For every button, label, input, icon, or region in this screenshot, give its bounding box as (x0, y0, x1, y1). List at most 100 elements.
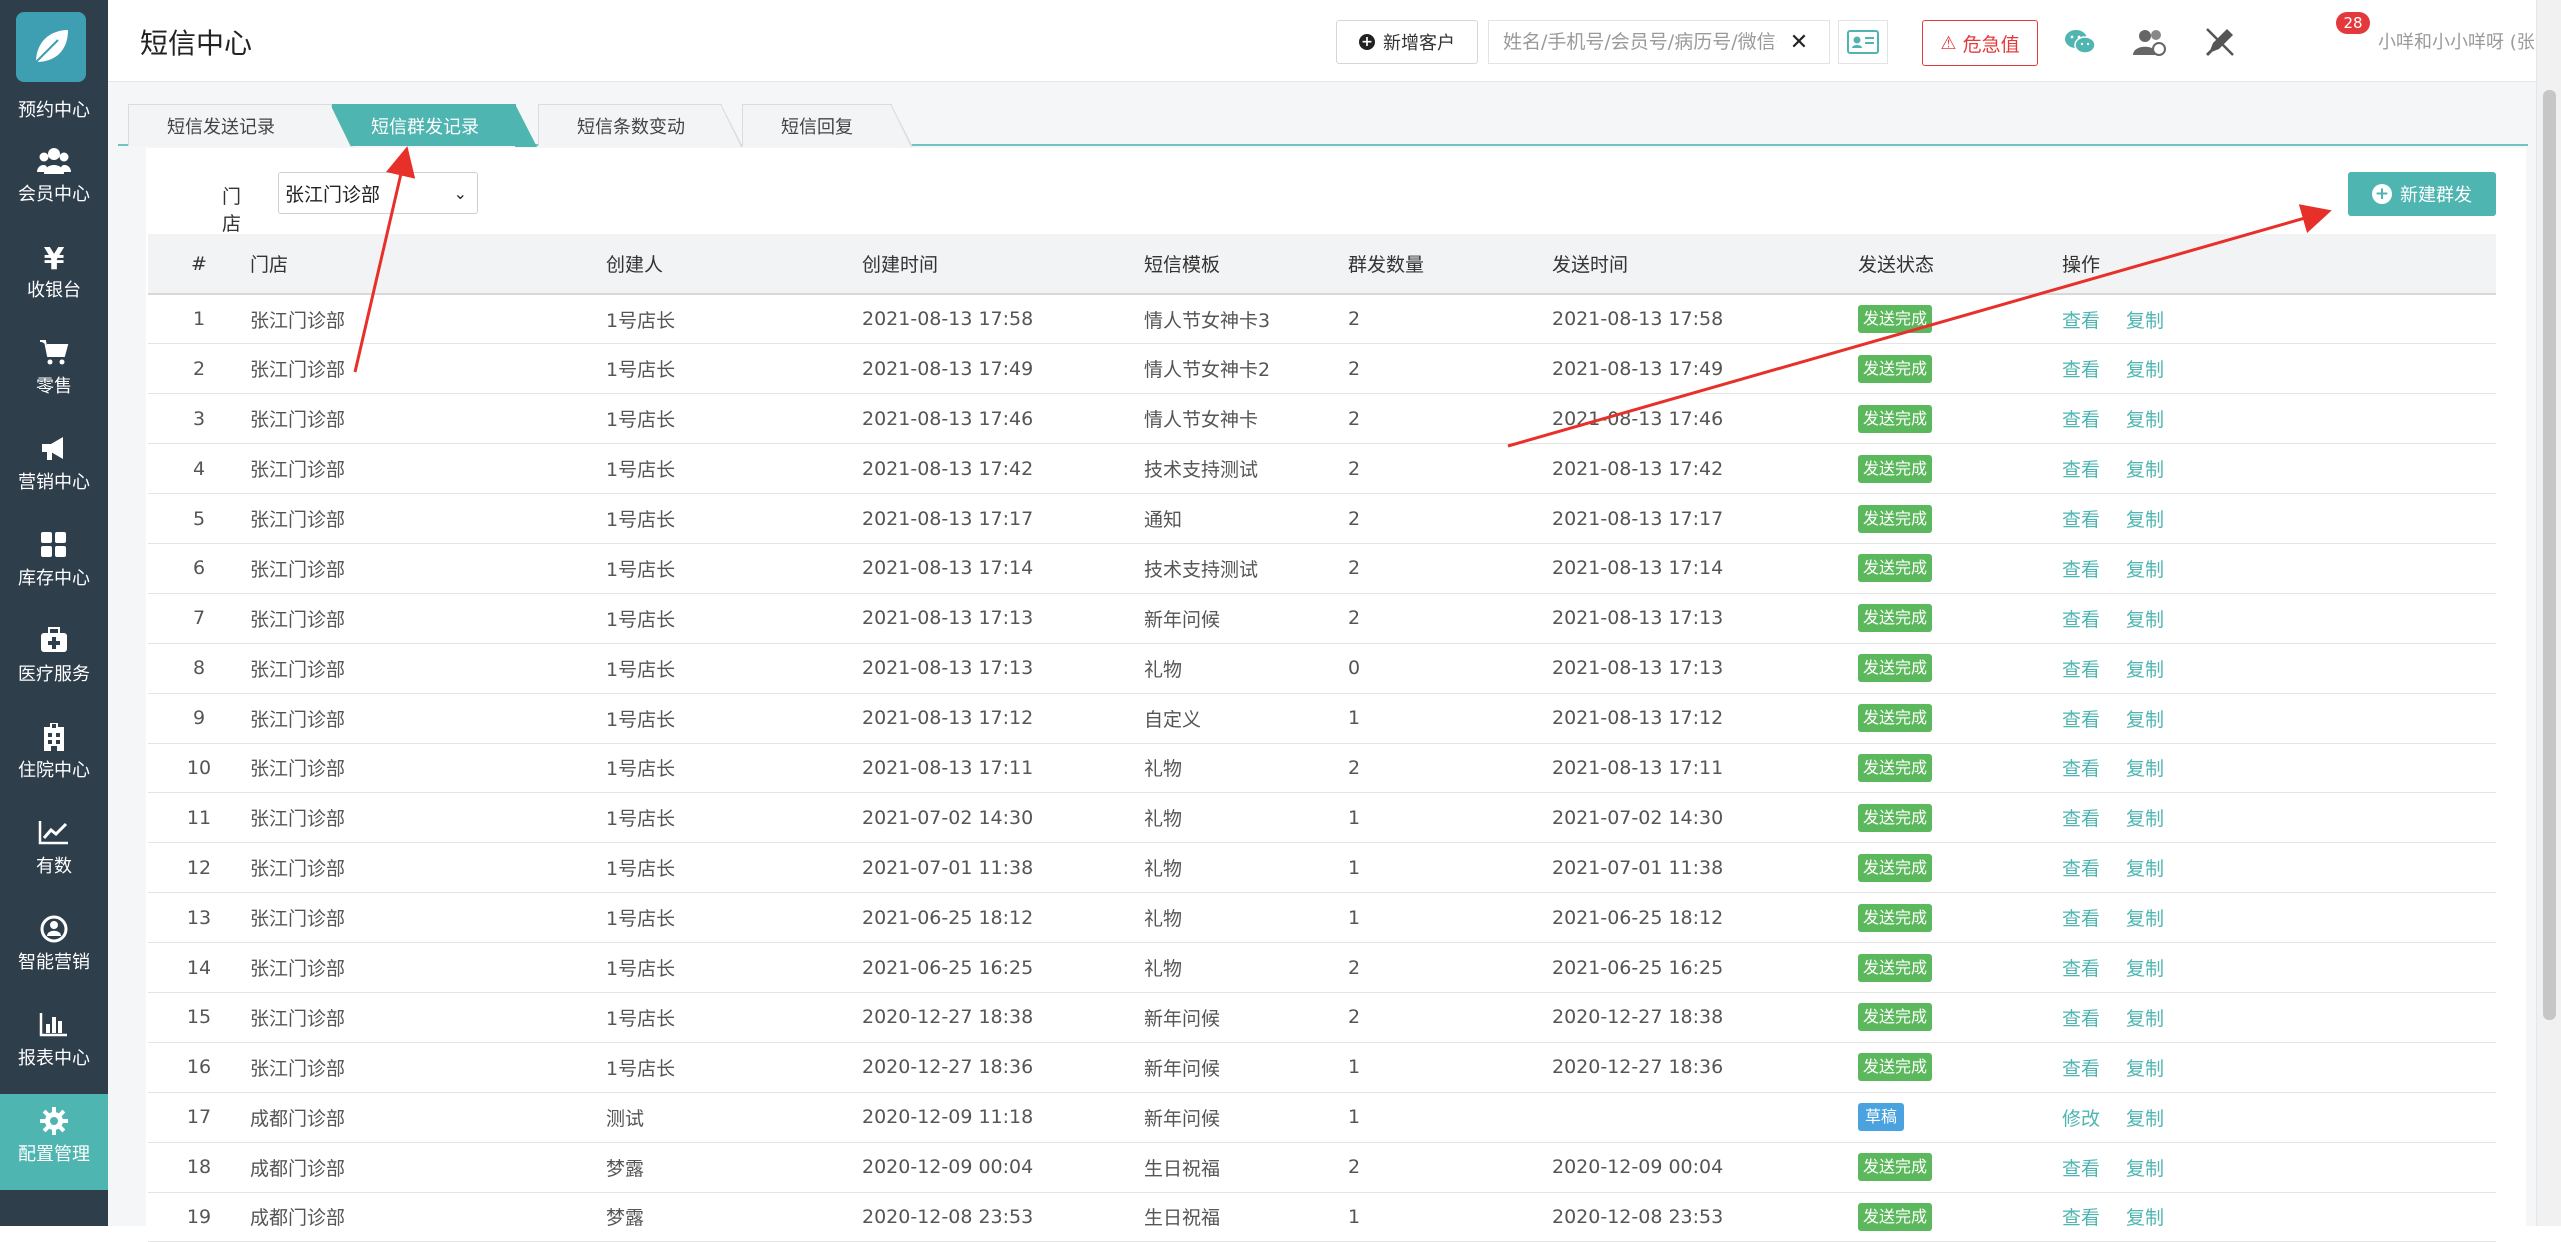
view-link[interactable]: 查看 (2062, 359, 2100, 381)
row-created-time: 2021-06-25 18:12 (862, 892, 1144, 944)
row-store: 张江门诊部 (250, 792, 606, 844)
row-created-time: 2021-08-13 17:13 (862, 593, 1144, 644)
copy-link[interactable]: 复制 (2126, 310, 2164, 332)
row-store: 张江门诊部 (250, 693, 606, 744)
view-link[interactable]: 查看 (2062, 758, 2100, 780)
table-row: 17 成都门诊部 测试 2020-12-09 11:18 新年问候 1 草稿 修改 复制 (148, 1092, 2496, 1143)
tab-label: 短信发送记录 (167, 116, 275, 138)
tab-sms-replies[interactable]: 短信回复 (742, 104, 913, 147)
view-link[interactable]: 查看 (2062, 509, 2100, 531)
row-count: 2 (1348, 743, 1552, 794)
copy-link[interactable]: 复制 (2126, 509, 2164, 531)
copy-link[interactable]: 复制 (2126, 958, 2164, 980)
copy-link[interactable]: 复制 (2126, 359, 2164, 381)
sidebar-item-inpatient-center[interactable]: 住院中心 (0, 710, 108, 806)
row-created-time: 2021-06-25 16:25 (862, 942, 1144, 993)
row-sent-time: 2021-08-13 17:42 (1552, 443, 1858, 495)
row-status: 发送完成 (1858, 992, 2062, 1043)
row-count: 1 (1348, 693, 1552, 744)
status-badge: 发送完成 (1858, 1153, 1933, 1182)
row-index: 2 (148, 343, 250, 395)
row-template: 礼物 (1144, 942, 1348, 993)
search-input[interactable] (1489, 22, 1779, 62)
plus-circle-icon: + (1359, 34, 1375, 50)
sidebar-item-inventory-center[interactable]: 库存中心 (0, 518, 108, 614)
view-link[interactable]: 查看 (2062, 659, 2100, 681)
bar-chart-icon (0, 1010, 108, 1046)
new-group-sms-button[interactable]: + 新建群发 (2348, 172, 2496, 216)
status-badge: 发送完成 (1858, 953, 1933, 982)
scrollbar-thumb[interactable] (2543, 90, 2556, 1020)
wechat-button[interactable] (2060, 22, 2100, 62)
row-status: 发送完成 (1858, 1142, 2062, 1193)
row-creator: 1号店长 (606, 294, 862, 345)
row-created-time: 2021-08-13 17:58 (862, 294, 1144, 345)
status-badge: 草稿 (1858, 1103, 1905, 1132)
new-group-sms-label: 新建群发 (2400, 185, 2472, 206)
user-menu[interactable]: 小咩和小小咩呀 (张江门诊部) ⌄ (2378, 28, 2561, 54)
table-row: 4 张江门诊部 1号店长 2021-08-13 17:42 技术支持测试 2 2021-08… (148, 443, 2496, 495)
copy-link[interactable]: 复制 (2126, 709, 2164, 731)
copy-link[interactable]: 复制 (2126, 908, 2164, 930)
sidebar-item-cashier[interactable]: ¥ 收银台 (0, 230, 108, 326)
view-link[interactable]: 查看 (2062, 1008, 2100, 1030)
status-badge: 发送完成 (1858, 354, 1933, 383)
copy-link[interactable]: 复制 (2126, 1008, 2164, 1030)
view-link[interactable]: 查看 (2062, 858, 2100, 880)
id-card-button[interactable] (1838, 20, 1888, 64)
sidebar-item-config-management[interactable]: 配置管理 (0, 1094, 108, 1190)
clear-icon[interactable]: ✕ (1779, 30, 1819, 55)
sidebar-item-marketing-center[interactable]: 营销中心 (0, 422, 108, 518)
view-link[interactable]: 查看 (2062, 609, 2100, 631)
copy-link[interactable]: 复制 (2126, 1058, 2164, 1080)
view-link[interactable]: 查看 (2062, 958, 2100, 980)
row-actions: 查看 复制 (2062, 294, 2496, 345)
row-sent-time: 2020-12-27 18:36 (1552, 1042, 1858, 1093)
tab-sms-send-records[interactable]: 短信发送记录 (128, 104, 353, 147)
sidebar-item-retail[interactable]: 零售 (0, 326, 108, 422)
copy-link[interactable]: 复制 (2126, 758, 2164, 780)
copy-link[interactable]: 复制 (2126, 459, 2164, 481)
notifications-button[interactable] (2200, 22, 2240, 62)
sidebar-item-appointment[interactable]: 预约中心 (0, 98, 108, 124)
row-status: 发送完成 (1858, 743, 2062, 794)
copy-link[interactable]: 复制 (2126, 609, 2164, 631)
user-switch-button[interactable] (2130, 22, 2170, 62)
copy-link[interactable]: 复制 (2126, 858, 2164, 880)
group-sms-table: # 门店 创建人 创建时间 短信模板 群发数量 发送时间 发送状态 操作 1 张江… (148, 234, 2496, 1242)
sidebar-item-analytics[interactable]: 有数 (0, 806, 108, 902)
copy-link[interactable]: 复制 (2126, 559, 2164, 581)
copy-link[interactable]: 复制 (2126, 1108, 2164, 1130)
tab-sms-count-changes[interactable]: 短信条数变动 (538, 104, 743, 147)
view-link[interactable]: 查看 (2062, 310, 2100, 332)
page-scrollbar[interactable] (2536, 0, 2561, 1226)
sidebar-item-report-center[interactable]: 报表中心 (0, 998, 108, 1094)
add-customer-button[interactable]: + 新增客户 (1336, 20, 1478, 64)
view-link[interactable]: 查看 (2062, 808, 2100, 830)
store-select[interactable]: 张江门诊部 ⌄ (278, 172, 478, 214)
chevron-down-icon: ⌄ (453, 183, 467, 203)
view-link[interactable]: 查看 (2062, 1058, 2100, 1080)
view-link[interactable]: 查看 (2062, 709, 2100, 731)
table-row: 10 张江门诊部 1号店长 2021-08-13 17:11 礼物 2 2021-08-13… (148, 743, 2496, 794)
sidebar-item-medical-services[interactable]: 医疗服务 (0, 614, 108, 710)
sidebar-item-smart-marketing[interactable]: 智能营销 (0, 902, 108, 998)
app-logo[interactable] (16, 12, 86, 82)
view-link[interactable]: 查看 (2062, 1207, 2100, 1229)
copy-link[interactable]: 复制 (2126, 409, 2164, 431)
view-link[interactable]: 查看 (2062, 459, 2100, 481)
edit-link[interactable]: 修改 (2062, 1108, 2100, 1130)
row-status: 发送完成 (1858, 593, 2062, 644)
view-link[interactable]: 查看 (2062, 908, 2100, 930)
copy-link[interactable]: 复制 (2126, 1207, 2164, 1229)
tab-sms-group-records[interactable]: 短信群发记录 (332, 104, 537, 147)
col-actions: 操作 (2062, 234, 2496, 295)
view-link[interactable]: 查看 (2062, 559, 2100, 581)
view-link[interactable]: 查看 (2062, 409, 2100, 431)
copy-link[interactable]: 复制 (2126, 1158, 2164, 1180)
view-link[interactable]: 查看 (2062, 1158, 2100, 1180)
copy-link[interactable]: 复制 (2126, 659, 2164, 681)
sidebar-item-member-center[interactable]: 会员中心 (0, 134, 108, 230)
critical-value-button[interactable]: ⚠ 危急值 (1922, 20, 2038, 66)
copy-link[interactable]: 复制 (2126, 808, 2164, 830)
